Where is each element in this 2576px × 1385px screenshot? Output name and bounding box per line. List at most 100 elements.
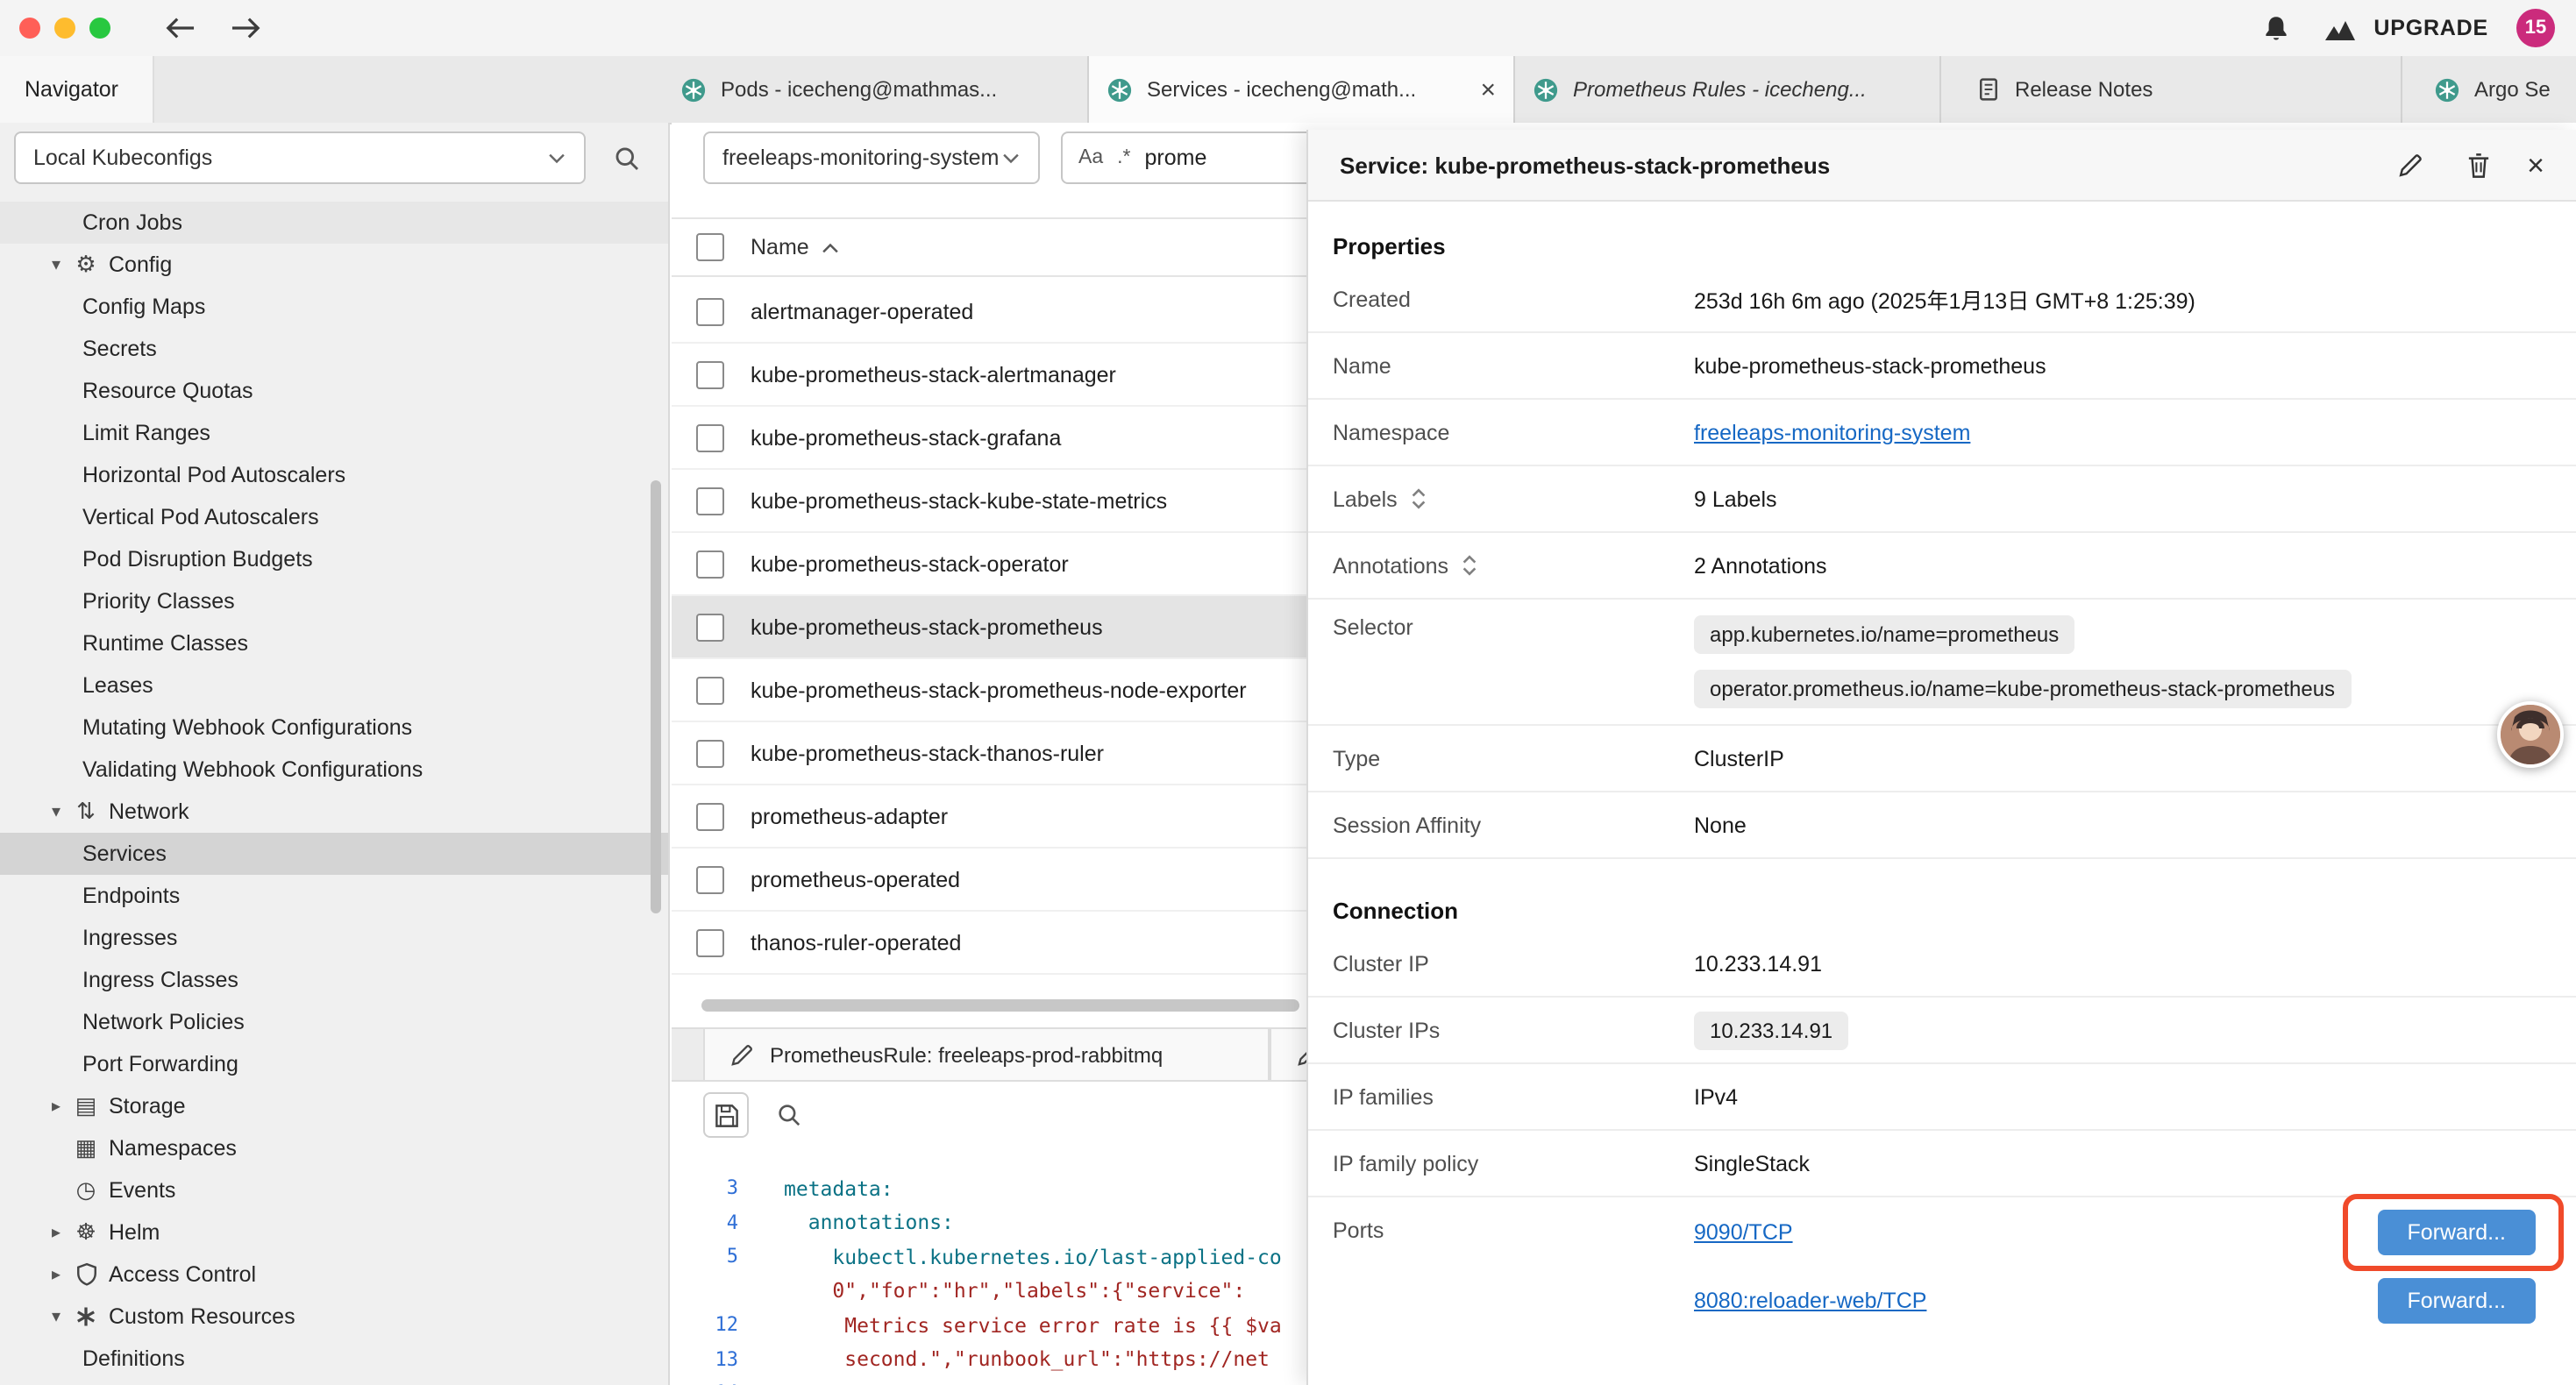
row-checkbox[interactable] — [696, 865, 724, 893]
sort-ascending-icon[interactable] — [822, 241, 841, 253]
close-button[interactable]: × — [2527, 150, 2544, 180]
sidebar-item-pod-disruption-budgets[interactable]: Pod Disruption Budgets — [0, 538, 668, 580]
chevron-right-icon[interactable]: ▸ — [42, 1223, 70, 1242]
back-arrow-icon[interactable] — [160, 9, 198, 47]
navigator-tab[interactable]: Navigator — [0, 56, 154, 123]
window-close-button[interactable] — [19, 18, 40, 39]
code-text: Metrics service error rate is {{ $va — [756, 1313, 1282, 1338]
sidebar-item-ingresses[interactable]: Ingresses — [0, 917, 668, 959]
sidebar-scrollbar[interactable] — [651, 480, 661, 913]
sidebar-item-vertical-pod-autoscalers[interactable]: Vertical Pod Autoscalers — [0, 496, 668, 538]
row-checkbox[interactable] — [696, 360, 724, 388]
code-text: kubectl.kubernetes.io/last-applied-co — [756, 1245, 1282, 1269]
sidebar-item-endpoints[interactable]: Endpoints — [0, 875, 668, 917]
sidebar-item-priority-classes[interactable]: Priority Classes — [0, 580, 668, 622]
drawer-label-text: Session Affinity — [1333, 813, 1481, 837]
row-checkbox[interactable] — [696, 423, 724, 451]
kubernetes-icon — [680, 76, 707, 103]
sidebar-item-mutating-webhook-configurations[interactable]: Mutating Webhook Configurations — [0, 707, 668, 749]
notifications-bell-icon[interactable] — [2256, 9, 2295, 47]
drawer-row-label: Selector — [1333, 615, 1694, 640]
sort-icon[interactable] — [1461, 554, 1478, 577]
row-checkbox[interactable] — [696, 676, 724, 704]
namespace-selector[interactable]: freeleaps-monitoring-system — [703, 131, 1040, 184]
sidebar-item-namespaces[interactable]: ▦Namespaces — [0, 1127, 668, 1169]
name-column-header[interactable]: Name — [751, 235, 809, 259]
forward-button[interactable]: Forward... — [2377, 1277, 2536, 1323]
sidebar-item-config[interactable]: ▾⚙Config — [0, 244, 668, 286]
sidebar-item-network[interactable]: ▾⇅Network — [0, 791, 668, 833]
drawer-row-value: 10.233.14.91 — [1694, 951, 1822, 976]
save-button[interactable] — [703, 1092, 749, 1138]
row-checkbox[interactable] — [696, 613, 724, 641]
sidebar-item-runtime-classes[interactable]: Runtime Classes — [0, 622, 668, 664]
dock-tab-prometheusrule[interactable]: PrometheusRule: freeleaps-prod-rabbitmq — [703, 1029, 1270, 1080]
sidebar-item-custom-resources[interactable]: ▾Custom Resources — [0, 1296, 668, 1338]
chevron-down-icon[interactable]: ▾ — [42, 1307, 70, 1326]
sidebar-item-ingress-classes[interactable]: Ingress Classes — [0, 959, 668, 1001]
sidebar-item-horizontal-pod-autoscalers[interactable]: Horizontal Pod Autoscalers — [0, 454, 668, 496]
sort-icon[interactable] — [1410, 487, 1427, 510]
sidebar-item-helm[interactable]: ▸☸Helm — [0, 1211, 668, 1254]
delete-button[interactable] — [2459, 146, 2497, 184]
row-checkbox[interactable] — [696, 802, 724, 830]
row-checkbox[interactable] — [696, 739, 724, 767]
window-maximize-button[interactable] — [89, 18, 110, 39]
horizontal-scrollbar[interactable] — [701, 999, 1299, 1012]
code-token — [784, 1279, 832, 1303]
chevron-right-icon[interactable]: ▸ — [42, 1097, 70, 1116]
chevron-right-icon[interactable]: ▸ — [42, 1265, 70, 1284]
sidebar-item-config-maps[interactable]: Config Maps — [0, 286, 668, 328]
sidebar-item-network-policies[interactable]: Network Policies — [0, 1001, 668, 1043]
sidebar-item-services[interactable]: Services — [0, 833, 668, 875]
port-link[interactable]: 8080:reloader-web/TCP — [1694, 1288, 1926, 1312]
sidebar-item-events[interactable]: ◷Events — [0, 1169, 668, 1211]
upgrade-button[interactable]: UPGRADE — [2323, 9, 2488, 47]
notification-count-badge[interactable]: 15 — [2516, 9, 2555, 47]
network-icon: ⇅ — [70, 798, 102, 826]
sidebar-item-leases[interactable]: Leases — [0, 664, 668, 707]
sidebar-item-cron-jobs[interactable]: Cron Jobs — [0, 202, 668, 244]
row-checkbox[interactable] — [696, 928, 724, 956]
drawer-row-label: Annotations — [1333, 553, 1694, 578]
sidebar-search-icon[interactable] — [607, 138, 645, 177]
forward-button[interactable]: Forward... — [2377, 1209, 2536, 1254]
drawer-row-value: IPv4 — [1694, 1084, 1738, 1109]
chevron-down-icon[interactable]: ▾ — [42, 255, 70, 274]
forward-arrow-icon[interactable] — [226, 9, 265, 47]
sidebar-item-validating-webhook-configurations[interactable]: Validating Webhook Configurations — [0, 749, 668, 791]
navigator-tree: Cron Jobs▾⚙ConfigConfig MapsSecretsResou… — [0, 202, 668, 1380]
edit-button[interactable] — [2390, 146, 2429, 184]
drawer-label-text: IP families — [1333, 1084, 1434, 1109]
namespace-link[interactable]: freeleaps-monitoring-system — [1694, 420, 1970, 444]
sidebar-item-secrets[interactable]: Secrets — [0, 328, 668, 370]
drawer-title: Service: kube-prometheus-stack-prometheu… — [1340, 152, 1830, 178]
sidebar-item-port-forwarding[interactable]: Port Forwarding — [0, 1043, 668, 1085]
window-minimize-button[interactable] — [54, 18, 75, 39]
service-name: kube-prometheus-stack-grafana — [751, 425, 1061, 450]
row-checkbox[interactable] — [696, 550, 724, 578]
row-checkbox[interactable] — [696, 297, 724, 325]
sidebar-item-limit-ranges[interactable]: Limit Ranges — [0, 412, 668, 454]
port-link[interactable]: 9090/TCP — [1694, 1219, 1793, 1244]
match-case-toggle[interactable]: Aa — [1078, 147, 1103, 168]
tab-pods-icecheng-mathmas[interactable]: Pods - icecheng@mathmas... — [663, 56, 1089, 123]
kubeconfig-selector[interactable]: Local Kubeconfigs — [14, 131, 586, 184]
search-query: prome — [1145, 146, 1207, 170]
editor-search-icon[interactable] — [770, 1096, 808, 1134]
tab-release-notes[interactable]: Release Notes — [1959, 56, 2402, 123]
select-all-checkbox[interactable] — [696, 233, 724, 261]
sidebar-item-storage[interactable]: ▸▤Storage — [0, 1085, 668, 1127]
chevron-down-icon[interactable]: ▾ — [42, 802, 70, 821]
tab-argo-se[interactable]: Argo Se — [2416, 56, 2576, 123]
sidebar-item-definitions[interactable]: Definitions — [0, 1338, 668, 1380]
tab-services-icecheng-math[interactable]: Services - icecheng@math...× — [1089, 56, 1515, 123]
sidebar-item-access-control[interactable]: ▸Access Control — [0, 1254, 668, 1296]
sidebar-item-resource-quotas[interactable]: Resource Quotas — [0, 370, 668, 412]
user-avatar[interactable] — [2497, 701, 2564, 768]
row-checkbox[interactable] — [696, 487, 724, 515]
regex-toggle[interactable]: .* — [1117, 147, 1130, 168]
drawer-label-text: Cluster IPs — [1333, 1018, 1440, 1042]
tab-prometheus-rules-icecheng[interactable]: Prometheus Rules - icecheng... — [1515, 56, 1941, 123]
close-tab-icon[interactable]: × — [1480, 76, 1496, 103]
